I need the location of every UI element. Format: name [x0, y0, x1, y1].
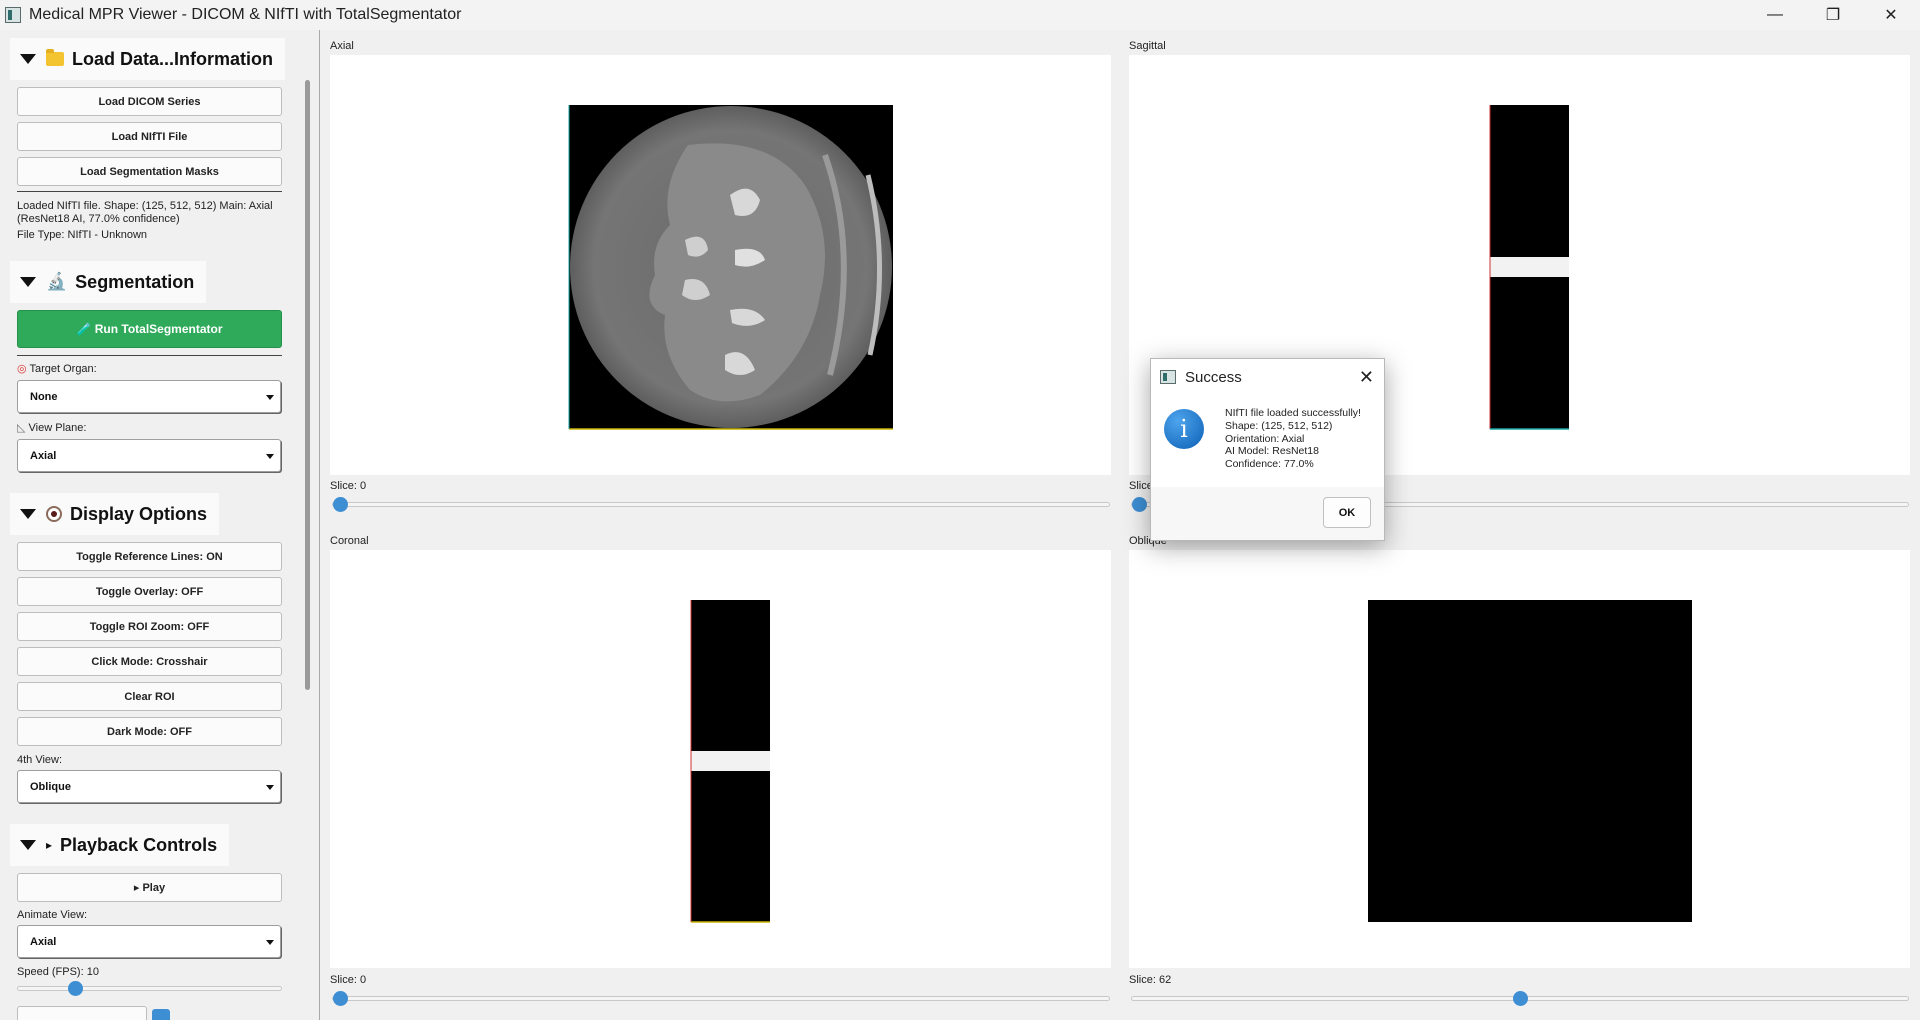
- load-info-line2: (ResNet18 AI, 77.0% confidence): [17, 213, 180, 225]
- view-plane-select[interactable]: Axial: [17, 439, 281, 472]
- maximize-button[interactable]: ❐: [1804, 0, 1862, 30]
- display-options-section-header[interactable]: Display Options: [10, 493, 220, 535]
- toggle-roi-zoom-button[interactable]: Toggle ROI Zoom: OFF: [17, 612, 282, 641]
- divider: [17, 191, 282, 192]
- run-totalsegmentator-button[interactable]: 🧪 Run TotalSegmentator: [17, 310, 282, 348]
- load-nifti-button[interactable]: Load NIfTI File: [17, 122, 282, 151]
- fourth-view-label: 4th View:: [17, 754, 63, 766]
- speed-slider-handle[interactable]: [67, 981, 83, 996]
- load-dicom-button[interactable]: Load DICOM Series: [17, 87, 282, 116]
- target-organ-label: ◎ Target Organ:: [17, 363, 97, 375]
- app-icon: [1160, 370, 1176, 384]
- chevron-down-icon: [266, 940, 274, 945]
- dialog-body: i NIfTI file loaded successfully! Shape:…: [1151, 395, 1384, 487]
- window-title: Medical MPR Viewer - DICOM & NIfTI with …: [29, 6, 462, 23]
- coronal-slice-label: Slice: 0: [330, 974, 367, 986]
- sagittal-slider-handle[interactable]: [1132, 497, 1147, 512]
- toggle-overlay-button[interactable]: Toggle Overlay: OFF: [17, 577, 282, 606]
- speed-label: Speed (FPS): 10: [17, 966, 99, 978]
- oblique-viewport[interactable]: [1129, 550, 1910, 968]
- target-icon: ◎: [17, 363, 27, 375]
- chevron-down-icon: [266, 395, 274, 400]
- load-info-line1: Loaded NIfTI file. Shape: (125, 512, 512…: [17, 200, 273, 212]
- axial-view-label: Axial: [330, 40, 354, 52]
- coronal-slice-slider[interactable]: [332, 991, 1110, 1006]
- oblique-slice-label: Slice: 62: [1129, 974, 1172, 986]
- close-button[interactable]: ✕: [1862, 0, 1920, 30]
- window-controls: — ❐ ✕: [1746, 0, 1920, 30]
- app-icon: [5, 7, 21, 23]
- ok-button[interactable]: OK: [1323, 497, 1371, 528]
- axial-slice-slider[interactable]: [332, 497, 1110, 512]
- axial-slider-handle[interactable]: [333, 497, 348, 512]
- clear-roi-button[interactable]: Clear ROI: [17, 682, 282, 711]
- collapse-triangle-icon: [20, 509, 36, 519]
- fourth-view-select[interactable]: Oblique: [17, 770, 281, 803]
- control-panel: Load Data...Information Load DICOM Serie…: [0, 30, 320, 1020]
- divider: [17, 355, 282, 356]
- dark-mode-button[interactable]: Dark Mode: OFF: [17, 717, 282, 746]
- chevron-down-icon: [266, 454, 274, 459]
- window-titlebar: Medical MPR Viewer - DICOM & NIfTI with …: [0, 0, 1920, 30]
- ruler-icon: ◺: [17, 422, 26, 434]
- section-title: Segmentation: [75, 271, 195, 292]
- playback-controls-section-header[interactable]: ▸ Playback Controls: [10, 824, 230, 866]
- sagittal-view-label: Sagittal: [1129, 40, 1166, 52]
- dialog-titlebar: Success: [1151, 359, 1384, 395]
- coronal-viewport[interactable]: [330, 550, 1111, 968]
- checkbox[interactable]: [152, 1009, 170, 1020]
- load-data-section-header[interactable]: Load Data...Information: [10, 38, 286, 80]
- chevron-down-icon: [266, 785, 274, 790]
- play-triangle-icon: ▸: [46, 838, 53, 852]
- click-mode-button[interactable]: Click Mode: Crosshair: [17, 647, 282, 676]
- section-title: Display Options: [70, 503, 208, 524]
- info-icon: i: [1164, 409, 1204, 449]
- partial-button[interactable]: [17, 1006, 147, 1020]
- play-button[interactable]: ▸ Play: [17, 873, 282, 902]
- coronal-image: [690, 600, 770, 923]
- dialog-message: NIfTI file loaded successfully! Shape: (…: [1225, 407, 1361, 471]
- axial-slice-label: Slice: 0: [330, 480, 367, 492]
- microscope-icon: 🔬: [46, 272, 68, 291]
- target-organ-select[interactable]: None: [17, 380, 281, 413]
- oblique-slider-handle[interactable]: [1512, 991, 1528, 1006]
- view-plane-label: ◺ View Plane:: [17, 422, 87, 434]
- folder-icon: [46, 49, 64, 66]
- coronal-slider-handle[interactable]: [333, 991, 348, 1006]
- segmentation-section-header[interactable]: 🔬 Segmentation: [10, 261, 207, 303]
- collapse-triangle-icon: [20, 277, 36, 287]
- collapse-triangle-icon: [20, 54, 36, 64]
- eye-icon: [46, 506, 62, 522]
- axial-viewport[interactable]: [330, 55, 1111, 475]
- section-title: Load Data...Information: [72, 48, 274, 69]
- speed-slider[interactable]: [17, 981, 282, 996]
- close-icon[interactable]: ✕: [1359, 367, 1374, 388]
- panel-scrollbar[interactable]: [305, 80, 310, 690]
- success-dialog: Success ✕ i NIfTI file loaded successful…: [1150, 358, 1385, 541]
- oblique-slice-slider[interactable]: [1131, 991, 1909, 1006]
- file-type-label: File Type: NIfTI - Unknown: [17, 229, 148, 241]
- toggle-reference-lines-button[interactable]: Toggle Reference Lines: ON: [17, 542, 282, 571]
- minimize-button[interactable]: —: [1746, 0, 1804, 30]
- load-masks-button[interactable]: Load Segmentation Masks: [17, 157, 282, 186]
- animate-view-select[interactable]: Axial: [17, 925, 281, 958]
- section-title: Playback Controls: [60, 834, 218, 855]
- coronal-view-label: Coronal: [330, 535, 369, 547]
- oblique-image: [1368, 600, 1692, 922]
- collapse-triangle-icon: [20, 840, 36, 850]
- axial-image: [568, 105, 893, 430]
- animate-view-label: Animate View:: [17, 909, 88, 921]
- dialog-title: Success: [1185, 368, 1242, 386]
